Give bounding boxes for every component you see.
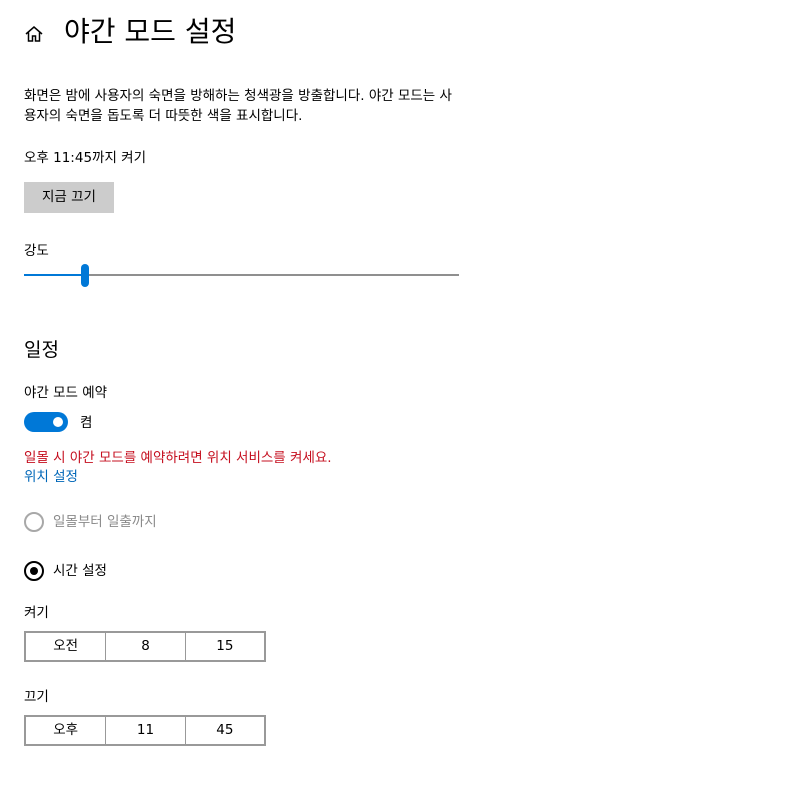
slider-fill [24,274,85,276]
home-icon[interactable] [24,24,44,44]
turn-on-minute[interactable]: 15 [184,633,264,660]
turn-off-time-picker[interactable]: 오후 11 45 [24,715,266,746]
sunset-to-sunrise-label[interactable]: 일몰부터 일출까지 [53,512,157,532]
turn-on-ampm[interactable]: 오전 [26,633,105,660]
set-hours-radio[interactable] [24,561,44,581]
night-light-settings-page: 야간 모드 설정 화면은 밤에 사용자의 숙면을 방해하는 청색광을 방출합니다… [0,0,791,812]
turn-off-ampm[interactable]: 오후 [26,717,105,744]
strength-label: 강도 [24,243,49,259]
toggle-state-text: 켬 [80,415,93,431]
turn-on-time-picker[interactable]: 오전 8 15 [24,631,266,662]
turn-on-hour[interactable]: 8 [105,633,184,660]
toggle-knob [53,417,63,427]
set-hours-label[interactable]: 시간 설정 [53,561,107,581]
turn-on-label: 켜기 [24,605,49,621]
turn-off-minute[interactable]: 45 [184,717,264,744]
turn-off-hour[interactable]: 11 [105,717,184,744]
schedule-toggle-label: 야간 모드 예약 [24,385,108,401]
location-warning-text: 일몰 시 야간 모드를 예약하려면 위치 서비스를 켜세요. [24,450,332,466]
turn-off-label: 끄기 [24,689,49,705]
schedule-section-title: 일정 [24,339,59,361]
page-title: 야간 모드 설정 [64,15,237,48]
location-settings-link[interactable]: 위치 설정 [24,467,78,487]
status-text: 오후 11:45까지 켜기 [24,150,147,166]
strength-slider[interactable] [24,264,459,288]
sunset-to-sunrise-radio[interactable] [24,512,44,532]
slider-track[interactable] [24,274,459,276]
radio-selected-dot [30,567,38,575]
schedule-toggle[interactable] [24,412,68,432]
turn-off-now-button[interactable]: 지금 끄기 [24,182,114,213]
slider-thumb[interactable] [81,264,89,287]
description-text: 화면은 밤에 사용자의 숙면을 방해하는 청색광을 방출합니다. 야간 모드는 … [24,88,452,124]
